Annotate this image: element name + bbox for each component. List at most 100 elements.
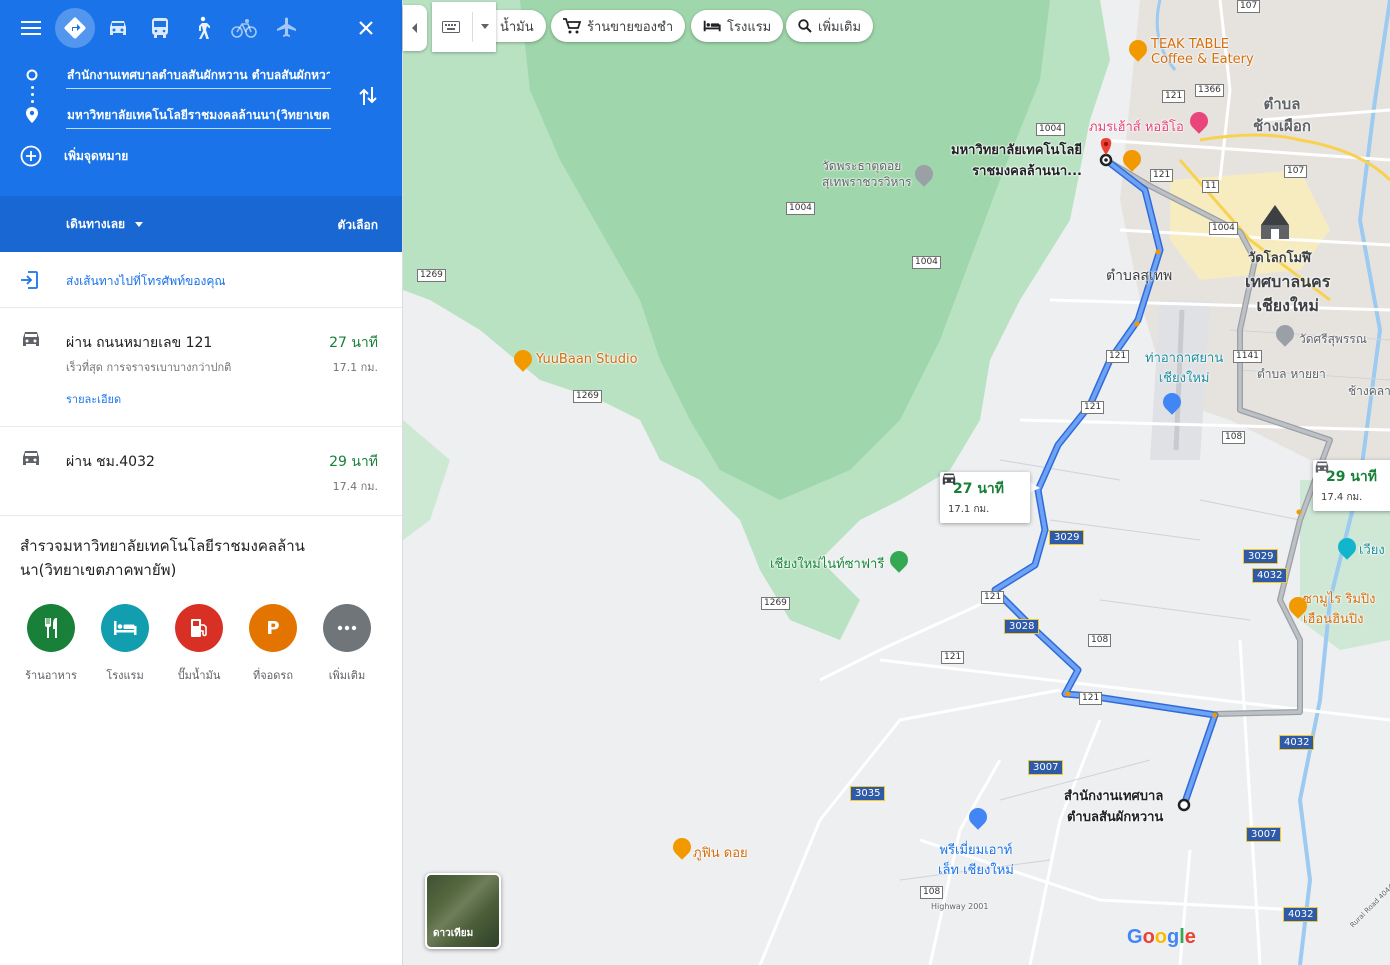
category-label: โรงแรม bbox=[106, 669, 144, 682]
destination-row bbox=[0, 98, 403, 132]
send-to-phone-row[interactable]: ส่งเส้นทางไปที่โทรศัพท์ของคุณ bbox=[0, 252, 402, 308]
search-icon bbox=[798, 19, 812, 33]
destination-input[interactable] bbox=[66, 103, 331, 129]
category-label: ปั๊มน้ำมัน bbox=[177, 669, 221, 682]
map-area-label: ตำบลสุเทพ bbox=[1106, 268, 1173, 284]
collapse-panel-button[interactable] bbox=[403, 5, 427, 51]
route-shield: 4032 bbox=[1252, 568, 1288, 583]
close-icon bbox=[359, 21, 373, 35]
swap-endpoints-button[interactable] bbox=[356, 82, 380, 110]
input-tools-button[interactable] bbox=[432, 2, 496, 52]
satellite-layer-toggle[interactable]: ดาวเทียม bbox=[425, 873, 501, 949]
temple-landmark-icon[interactable] bbox=[1255, 205, 1295, 241]
map-city-label: เทศบาลนคร เชียงใหม่ bbox=[1245, 272, 1331, 315]
map-background bbox=[403, 0, 1390, 965]
route-distance: 17.1 กม. bbox=[332, 361, 378, 374]
add-circle-icon bbox=[20, 145, 42, 167]
route-shield: 107 bbox=[1284, 165, 1308, 178]
walk-icon bbox=[199, 16, 210, 39]
close-directions-button[interactable] bbox=[350, 8, 382, 48]
route-shield: 1004 bbox=[912, 256, 941, 269]
chip-label: น้ำมัน bbox=[500, 19, 534, 35]
route-shield: 1366 bbox=[1195, 84, 1224, 97]
map-place-label[interactable]: วัดศรีสุพรรณ bbox=[1299, 330, 1367, 349]
category-gas-stations[interactable]: ปั๊มน้ำมัน bbox=[162, 604, 236, 684]
mode-best-button[interactable] bbox=[55, 8, 95, 48]
more-icon bbox=[323, 604, 371, 652]
map-place-label[interactable]: เวียง bbox=[1359, 539, 1385, 560]
route-shield: 3029 bbox=[1243, 549, 1279, 564]
map-place-label[interactable]: เชียงใหม่ไนท์ซาฟารี bbox=[770, 553, 884, 574]
route-shield: 1269 bbox=[573, 390, 602, 403]
route-shield: 4032 bbox=[1279, 735, 1315, 750]
cart-icon bbox=[563, 18, 581, 34]
mode-flight-button[interactable] bbox=[266, 8, 306, 48]
category-more[interactable]: เพิ่มเติม bbox=[310, 604, 384, 684]
car-icon bbox=[23, 332, 39, 346]
chip-more[interactable]: เพิ่มเติม bbox=[786, 10, 874, 42]
leave-now-label: เดินทางเลย bbox=[66, 217, 126, 231]
chip-hotels[interactable]: โรงแรม bbox=[691, 10, 784, 42]
route-time-callout[interactable]: 27 นาที 17.1 กม. bbox=[940, 472, 1030, 523]
origin-map-label[interactable]: สำนักงานเทศบาล ตำบลสันผักหวาน bbox=[1064, 786, 1163, 828]
category-label: ร้านอาหาร bbox=[25, 669, 77, 682]
route-shield: 1004 bbox=[1209, 222, 1238, 235]
mode-walking-button[interactable] bbox=[182, 8, 222, 48]
category-restaurants[interactable]: ร้านอาหาร bbox=[14, 604, 88, 684]
add-destination-label: เพิ่มจุดหมาย bbox=[64, 148, 129, 163]
route-duration: 27 นาที bbox=[329, 335, 378, 351]
map-place-label[interactable]: วัดโลกโมฬี bbox=[1248, 247, 1311, 268]
travel-mode-row bbox=[0, 8, 403, 48]
route-shield: 3007 bbox=[1028, 760, 1064, 775]
route-shield: 121 bbox=[1150, 169, 1174, 182]
gas-station-icon bbox=[175, 604, 223, 652]
origin-row bbox=[0, 58, 403, 92]
explore-nearby-section: สำรวจมหาวิทยาลัยเทคโนโลยีราชมงคลล้านนา(ว… bbox=[0, 516, 402, 714]
alt-route-time-callout[interactable]: 29 นาที 17.4 กม. bbox=[1313, 460, 1390, 511]
category-parking[interactable]: P ที่จอดรถ bbox=[236, 604, 310, 684]
map-place-label[interactable]: ภูฟิน ดอย bbox=[693, 842, 748, 863]
add-destination-button[interactable]: เพิ่มจุดหมาย bbox=[20, 144, 128, 168]
map-area-label: ตำบล หายยา bbox=[1257, 367, 1326, 381]
route-options-button[interactable]: ตัวเลือก bbox=[338, 216, 378, 235]
leave-now-dropdown[interactable]: เดินทางเลย bbox=[66, 215, 144, 234]
map-place-label[interactable]: พรีเมี่ยมเอาท์ เล็ท เชียงใหม่ bbox=[938, 841, 1014, 881]
map-place-label[interactable]: ท่าอากาศยาน เชียงใหม่ bbox=[1145, 349, 1223, 389]
restaurant-icon bbox=[27, 604, 75, 652]
route-via-label: ผ่าน ชม.4032 bbox=[66, 454, 155, 470]
category-label: ที่จอดรถ bbox=[252, 669, 293, 682]
parking-icon: P bbox=[249, 604, 297, 652]
map-place-label[interactable]: YuuBaan Studio bbox=[536, 352, 638, 367]
route-option-1[interactable]: ผ่าน ถนนหมายเลข 121 เร็วที่สุด การจราจรเ… bbox=[0, 308, 402, 427]
destination-map-label[interactable]: มหาวิทยาลัยเทคโนโลยี ราชมงคลล้านนา... bbox=[951, 140, 1082, 182]
mode-cycling-button[interactable] bbox=[224, 8, 264, 48]
map-place-label[interactable]: วัดพระธาตุดอย สุเทพราชวรวิหาร bbox=[822, 158, 912, 190]
route-shield: 107 bbox=[1237, 0, 1261, 13]
menu-button[interactable] bbox=[11, 8, 51, 48]
car-icon bbox=[110, 21, 126, 35]
route-distance: 17.4 กม. bbox=[332, 480, 378, 493]
category-hotels[interactable]: โรงแรม bbox=[88, 604, 162, 684]
google-logo: Google bbox=[1127, 926, 1196, 948]
route-duration: 29 นาที bbox=[329, 454, 378, 470]
route-option-2[interactable]: ผ่าน ชม.4032 29 นาที 17.4 กม. bbox=[0, 427, 402, 516]
route-shield: 1004 bbox=[1036, 123, 1065, 136]
map-place-label[interactable]: ซามูไร ริมปิง เฮือนฮินปิง bbox=[1303, 590, 1376, 630]
map-canvas[interactable]: TEAK TABLE Coffee & Eatery ภมรเฮ้าส์ หออิ… bbox=[403, 0, 1390, 965]
route-shield: 3035 bbox=[850, 786, 886, 801]
swap-icon bbox=[359, 87, 377, 105]
route-shield: 3029 bbox=[1049, 530, 1085, 545]
route-shield: 4032 bbox=[1283, 907, 1319, 922]
car-icon bbox=[1315, 461, 1329, 473]
callout-time: 27 นาที bbox=[953, 481, 1005, 497]
origin-input[interactable] bbox=[66, 63, 331, 89]
destination-pin-icon bbox=[24, 107, 40, 123]
chip-grocery[interactable]: ร้านขายของชำ bbox=[551, 10, 686, 42]
map-place-label[interactable]: ภมรเฮ้าส์ หออิโอ bbox=[1089, 116, 1184, 137]
map-place-label[interactable]: TEAK TABLE Coffee & Eatery bbox=[1151, 37, 1254, 67]
route-shield: 121 bbox=[1079, 692, 1103, 705]
route-details-link[interactable]: รายละเอียด bbox=[66, 390, 121, 408]
mode-driving-button[interactable] bbox=[98, 8, 138, 48]
mode-transit-button[interactable] bbox=[140, 8, 180, 48]
route-shield: 121 bbox=[981, 591, 1005, 604]
